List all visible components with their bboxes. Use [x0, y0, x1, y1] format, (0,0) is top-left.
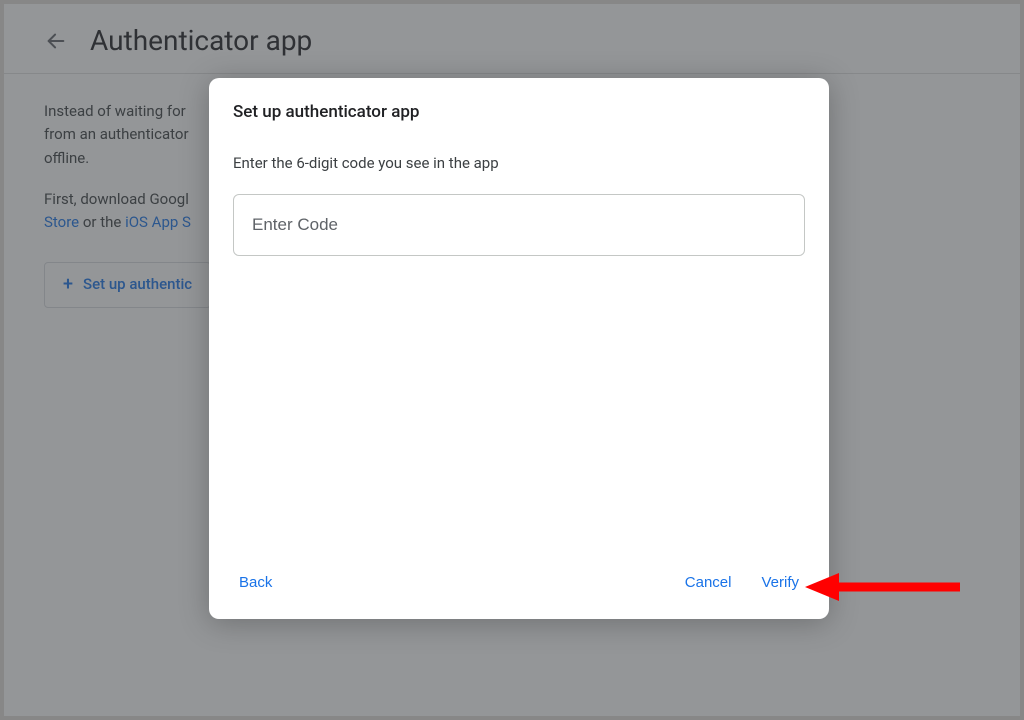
verify-button[interactable]: Verify — [757, 568, 803, 597]
dialog-title: Set up authenticator app — [233, 102, 805, 122]
setup-authenticator-dialog: Set up authenticator app Enter the 6-dig… — [209, 78, 829, 619]
code-input[interactable] — [233, 194, 805, 256]
dialog-footer: Back Cancel Verify — [233, 562, 805, 601]
dialog-instruction: Enter the 6-digit code you see in the ap… — [233, 154, 805, 172]
dialog-actions: Cancel Verify — [681, 568, 803, 597]
cancel-button[interactable]: Cancel — [681, 568, 736, 597]
back-button[interactable]: Back — [235, 568, 276, 597]
